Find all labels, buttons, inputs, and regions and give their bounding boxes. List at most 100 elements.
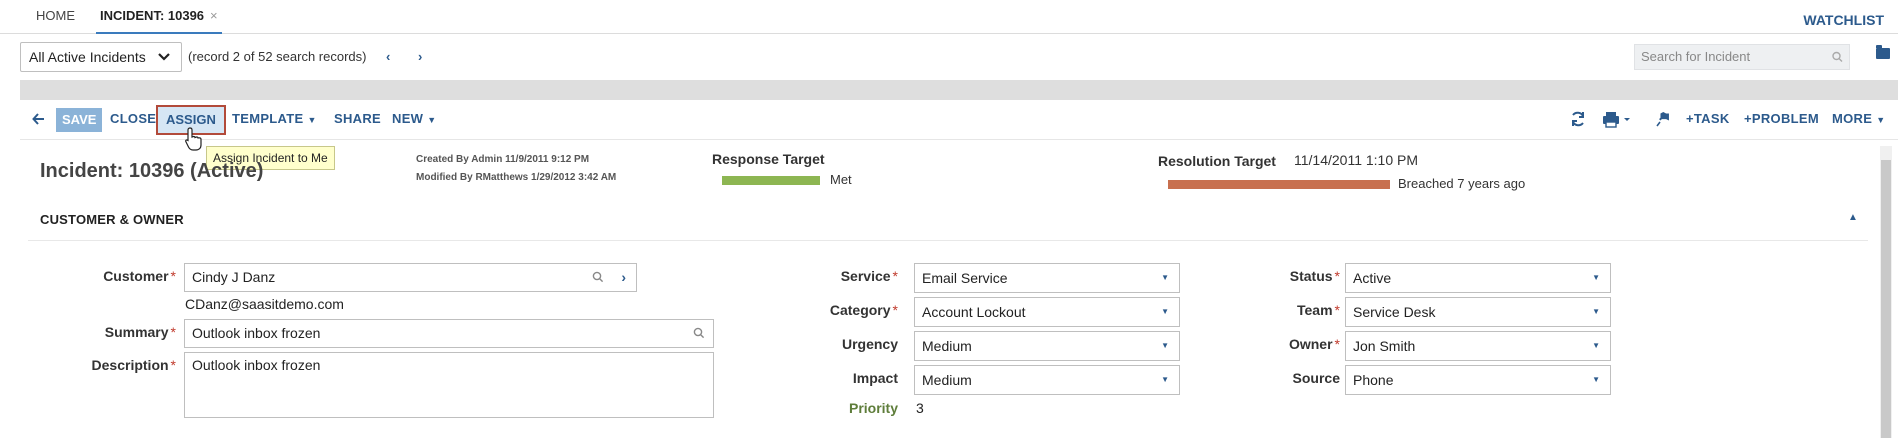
owner-value: Jon Smith [1353,338,1416,354]
impact-label-text: Impact [852,370,898,386]
close-tab-icon[interactable]: × [210,8,218,23]
chevron-right-icon[interactable]: › [621,264,626,291]
required-marker: * [1334,268,1340,284]
search-placeholder: Search for Incident [1641,49,1751,64]
collapse-section-icon[interactable]: ▲ [1848,212,1858,223]
summary-label: Summary * [60,324,176,340]
tab-home[interactable]: HOME [32,0,79,34]
add-problem-button[interactable]: +PROBLEM [1744,100,1819,138]
caret-down-icon: ▼ [1161,375,1169,384]
search-filter-value: All Active Incidents [29,49,146,65]
customer-email: CDanz@saasitdemo.com [185,296,344,312]
service-dropdown[interactable]: Email Service ▼ [914,263,1180,293]
more-label: MORE [1832,111,1873,126]
created-by-text: Created By Admin 11/9/2011 9:12 PM [416,154,590,165]
search-filter-dropdown[interactable]: All Active Incidents [20,42,182,72]
more-menu[interactable]: MORE ▼ [1832,100,1885,139]
print-menu-icon[interactable] [1602,100,1634,153]
divider-band [20,80,1898,100]
tab-bar: HOME INCIDENT: 10396 × WATCHLIST [0,0,1898,34]
description-label-text: Description [91,357,169,373]
urgency-label: Urgency [800,336,898,352]
save-button[interactable]: SAVE [56,108,103,132]
customer-label: Customer * [60,268,176,284]
new-label: NEW [392,111,424,126]
impact-dropdown[interactable]: Medium ▼ [914,365,1180,395]
template-label: TEMPLATE [232,111,304,126]
next-record-icon[interactable]: › [418,42,422,72]
status-dropdown[interactable]: Active ▼ [1345,263,1611,293]
team-dropdown[interactable]: Service Desk ▼ [1345,297,1611,327]
service-label-text: Service [840,268,891,284]
template-menu[interactable]: TEMPLATE ▼ [232,100,317,139]
add-task-button[interactable]: +TASK [1686,100,1730,138]
customer-field[interactable]: Cindy J Danz › [184,263,637,292]
summary-field[interactable]: Outlook inbox frozen [184,319,714,348]
caret-down-icon: ▼ [307,115,317,125]
priority-value: 3 [916,400,924,416]
incident-toolbar: SAVE CLOSE ASSIGN TEMPLATE ▼ SHARE NEW ▼ +… [20,100,1898,140]
close-button[interactable]: CLOSE [110,100,156,138]
new-menu[interactable]: NEW ▼ [392,100,436,139]
required-marker: * [1334,336,1340,352]
back-arrow-icon[interactable] [32,100,46,153]
team-label: Team * [1236,302,1340,318]
required-marker: * [170,357,176,373]
urgency-dropdown[interactable]: Medium ▼ [914,331,1180,361]
resolution-target-bar [1168,180,1390,189]
modified-by-text: Modified By RMatthews 1/29/2012 3:42 AM [416,172,617,183]
previous-record-icon[interactable]: ‹ [386,42,390,72]
folder-icon[interactable] [1876,45,1890,59]
priority-label: Priority [800,400,898,416]
service-label: Service * [800,268,898,284]
tab-incident-label: INCIDENT: 10396 [100,8,205,23]
page-title: Incident: 10396 (Active) [40,160,264,182]
section-title-customer-owner: CUSTOMER & OWNER [40,212,184,227]
priority-label-text: Priority [848,400,898,416]
search-input[interactable]: Search for Incident [1634,44,1850,70]
resolution-target-status: Breached 7 years ago [1398,176,1526,191]
caret-down-icon: ▼ [1592,375,1600,384]
search-icon[interactable] [1832,45,1843,77]
caret-down-icon: ▼ [1592,341,1600,350]
tab-incident[interactable]: INCIDENT: 10396 × [96,0,222,34]
description-value: Outlook inbox frozen [192,357,321,373]
customer-label-text: Customer [103,268,169,284]
resolution-target-label: Resolution Target [1158,153,1276,169]
hand-cursor-icon [184,126,204,158]
watchlist-link[interactable]: WATCHLIST [1803,0,1884,34]
owner-dropdown[interactable]: Jon Smith ▼ [1345,331,1611,361]
tab-home-label: HOME [36,8,75,23]
caret-down-icon: ▼ [1876,115,1886,125]
pin-icon[interactable] [1656,100,1672,153]
owner-label-text: Owner [1288,336,1333,352]
caret-down-icon: ▼ [1592,307,1600,316]
caret-down-icon: ▼ [1161,273,1169,282]
description-field[interactable]: Outlook inbox frozen [184,352,714,418]
urgency-value: Medium [922,338,972,354]
urgency-label-text: Urgency [841,336,898,352]
source-label: Source [1236,370,1340,386]
customer-value: Cindy J Danz [192,269,276,285]
summary-label-text: Summary [104,324,169,340]
status-label: Status * [1236,268,1340,284]
impact-value: Medium [922,372,972,388]
caret-down-icon: ▼ [1592,273,1600,282]
chevron-down-icon [157,43,171,81]
refresh-icon[interactable] [1570,100,1586,153]
required-marker: * [170,268,176,284]
category-label-text: Category [829,302,891,318]
category-dropdown[interactable]: Account Lockout ▼ [914,297,1180,327]
record-navigation-bar: All Active Incidents (record 2 of 52 sea… [0,34,1898,80]
status-label-text: Status [1289,268,1333,284]
section-divider [28,240,1868,241]
record-position-text: (record 2 of 52 search records) [188,49,367,64]
search-icon[interactable] [592,264,604,301]
source-dropdown[interactable]: Phone ▼ [1345,365,1611,395]
caret-down-icon: ▼ [1161,341,1169,350]
share-button[interactable]: SHARE [334,100,381,138]
category-value: Account Lockout [922,304,1026,320]
caret-down-icon: ▼ [1161,307,1169,316]
scrollbar-thumb[interactable] [1881,160,1891,438]
team-label-text: Team [1297,302,1333,318]
